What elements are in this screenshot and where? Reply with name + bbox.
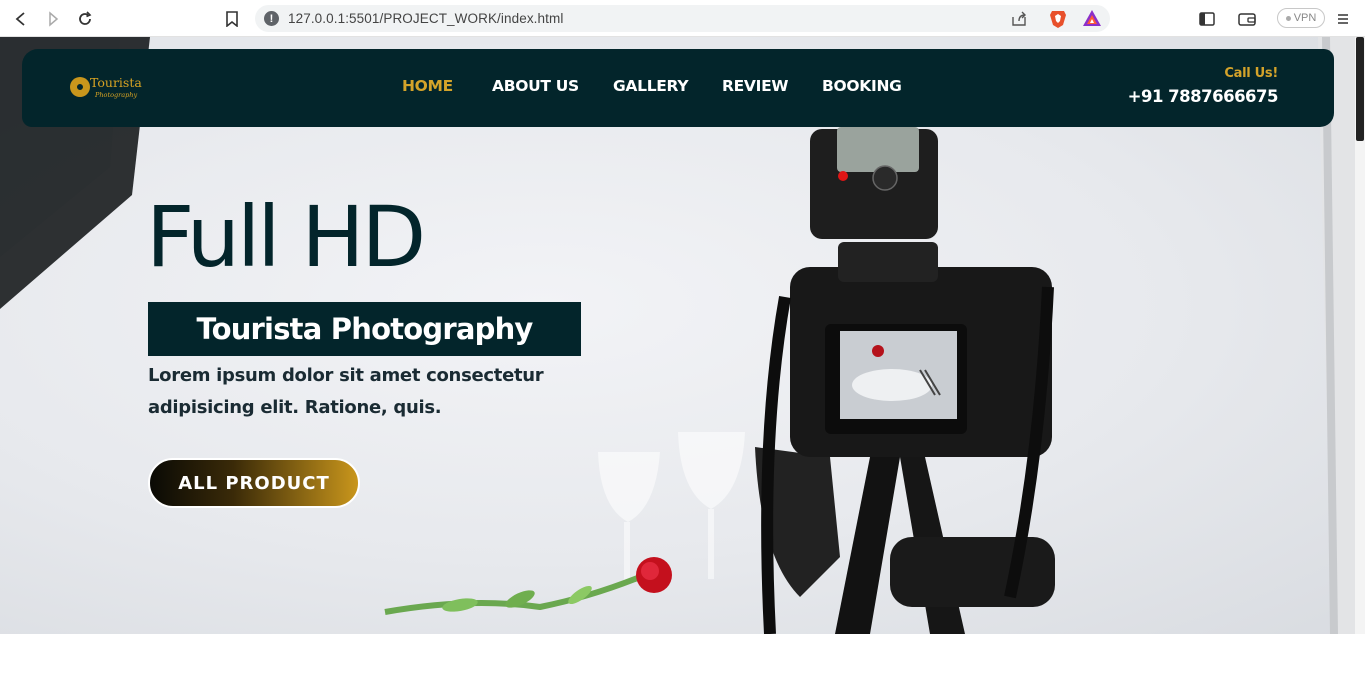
hero-section: Tourista Photography HOME ABOUT US GALLE… xyxy=(0,37,1355,634)
browser-toolbar: ! 127.0.0.1:5501/PROJECT_WORK/index.html… xyxy=(0,0,1365,37)
vpn-button[interactable]: VPN xyxy=(1277,8,1325,28)
bookmark-icon[interactable] xyxy=(221,8,243,30)
url-text[interactable]: 127.0.0.1:5501/PROJECT_WORK/index.html xyxy=(288,11,563,26)
call-us-label: Call Us! xyxy=(1224,66,1278,81)
nav-item-booking[interactable]: BOOKING xyxy=(822,77,902,95)
logo-name: Tourista xyxy=(90,75,142,90)
reload-icon[interactable] xyxy=(74,8,96,30)
scrollbar-thumb[interactable] xyxy=(1356,37,1364,141)
nav-item-gallery[interactable]: GALLERY xyxy=(613,77,689,95)
all-product-button-label: ALL PRODUCT xyxy=(178,472,330,494)
brave-rewards-icon[interactable] xyxy=(1082,9,1102,31)
camera-logo-icon xyxy=(70,77,90,97)
brand-logo[interactable]: Tourista Photography xyxy=(70,75,160,105)
sidebar-icon[interactable] xyxy=(1196,8,1218,30)
nav-item-about-us[interactable]: ABOUT US xyxy=(492,77,579,95)
forward-arrow-icon[interactable] xyxy=(42,8,64,30)
nav-item-home[interactable]: HOME xyxy=(402,77,453,95)
share-icon[interactable] xyxy=(1011,11,1027,31)
hero-subtitle: Tourista Photography xyxy=(196,312,533,346)
wallet-icon[interactable] xyxy=(1236,8,1258,30)
vpn-status-dot xyxy=(1285,15,1291,21)
hero-description: Lorem ipsum dolor sit amet consectetur a… xyxy=(148,365,544,418)
site-header: Tourista Photography HOME ABOUT US GALLE… xyxy=(22,49,1334,127)
all-product-button[interactable]: ALL PRODUCT xyxy=(148,458,360,508)
info-icon[interactable]: ! xyxy=(264,11,279,26)
nav-item-review[interactable]: REVIEW xyxy=(722,77,788,95)
hamburger-menu-icon[interactable] xyxy=(1332,8,1354,30)
hero-headline: Full HD xyxy=(146,188,426,286)
phone-number[interactable]: +91 7887666675 xyxy=(1128,87,1279,106)
vpn-label: VPN xyxy=(1293,12,1317,24)
address-bar[interactable]: ! 127.0.0.1:5501/PROJECT_WORK/index.html xyxy=(255,5,1110,32)
logo-tagline: Photography xyxy=(95,91,138,99)
hero-subtitle-banner: Tourista Photography xyxy=(148,302,581,356)
back-arrow-icon[interactable] xyxy=(10,8,32,30)
brave-shield-icon[interactable] xyxy=(1049,9,1067,33)
